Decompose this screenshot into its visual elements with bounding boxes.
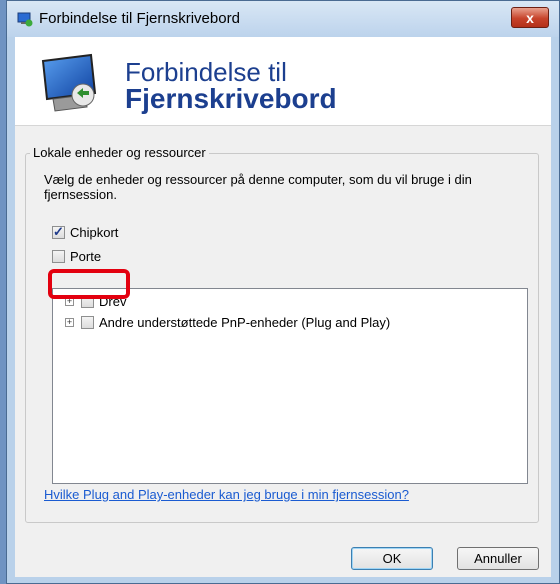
ok-button[interactable]: OK	[351, 547, 433, 570]
checkbox-chipkort[interactable]: Chipkort	[52, 224, 119, 240]
group-legend: Lokale enheder og ressourcer	[30, 145, 209, 160]
close-button[interactable]: x	[511, 7, 549, 28]
instruction-text: Vælg de enheder og ressourcer på denne c…	[44, 172, 472, 202]
remote-desktop-icon	[41, 53, 97, 112]
tree-checkbox[interactable]	[81, 316, 94, 329]
checkbox-porte[interactable]: Porte	[52, 249, 101, 264]
rdp-app-icon	[17, 12, 33, 27]
tree-item-label: Andre understøttede PnP-enheder (Plug an…	[99, 315, 391, 330]
remote-desktop-dialog: Forbindelse til Fjernskrivebord x Forbin…	[6, 0, 560, 584]
checkbox-label: Chipkort	[70, 225, 119, 240]
dialog-content: Forbindelse til Fjernskrivebord Lokale e…	[15, 37, 551, 577]
tree-item-pnp[interactable]: + Andre understøttede PnP-enheder (Plug …	[65, 315, 390, 330]
help-link[interactable]: Hvilke Plug and Play-enheder kan jeg bru…	[44, 487, 409, 502]
device-tree[interactable]: + Drev + Andre understøttede PnP-enheder…	[52, 288, 528, 484]
dialog-header: Forbindelse til Fjernskrivebord	[15, 37, 551, 126]
cancel-button[interactable]: Annuller	[457, 547, 539, 570]
close-icon: x	[526, 10, 534, 26]
header-title-line2: Fjernskrivebord	[125, 83, 337, 114]
window-title: Forbindelse til Fjernskrivebord	[39, 10, 240, 27]
expand-icon[interactable]: +	[65, 318, 74, 327]
checkbox-checked[interactable]	[52, 224, 65, 240]
highlight-annotation	[48, 269, 130, 299]
title-bar[interactable]: Forbindelse til Fjernskrivebord x	[7, 1, 559, 37]
local-resources-group: Lokale enheder og ressourcer Vælg de enh…	[25, 145, 539, 523]
checkbox-unchecked[interactable]	[52, 250, 65, 263]
checkbox-label: Porte	[70, 249, 102, 264]
